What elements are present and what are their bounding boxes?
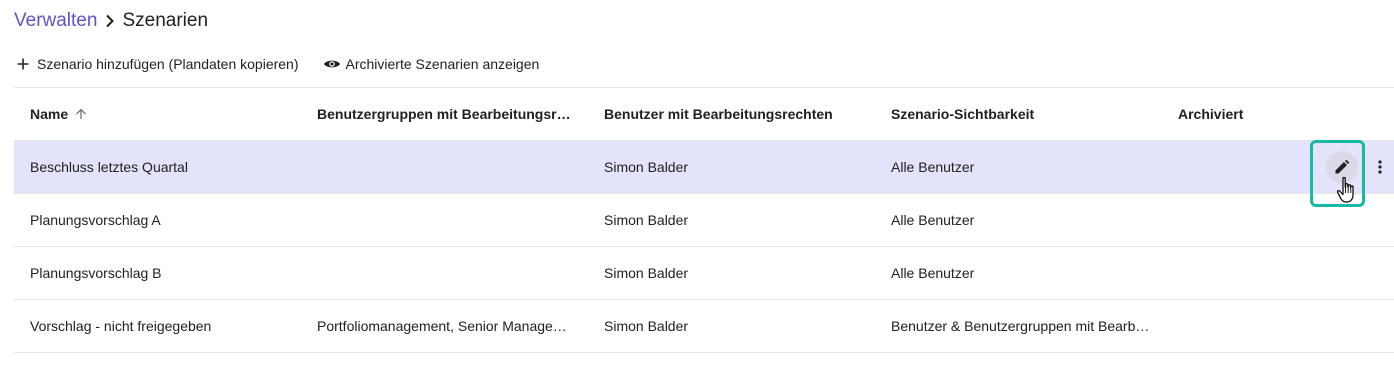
breadcrumb: Verwalten Szenarien [14,8,208,34]
cell-users: Simon Balder [604,318,689,334]
more-options-button[interactable] [1370,153,1390,181]
toolbar: Szenario hinzufügen (Plandaten kopieren)… [14,52,539,76]
chevron-right-icon [105,14,115,28]
cell-user-groups [317,141,572,193]
table-header-row: Name Benutzergruppen mit Bearbeitungsr… … [14,88,1394,141]
cell-archived [1178,141,1298,193]
row-actions [1314,141,1390,193]
scenario-table: Name Benutzergruppen mit Bearbeitungsr… … [14,87,1394,353]
table-row[interactable]: Planungsvorschlag B Simon Balder Alle Be… [14,247,1394,300]
cell-visibility: Alle Benutzer [891,159,975,175]
cell-users: Simon Balder [604,159,689,175]
table-row[interactable]: Beschluss letztes Quartal Simon Balder A… [14,141,1394,194]
table-row[interactable]: Planungsvorschlag A Simon Balder Alle Be… [14,194,1394,247]
cell-name: Vorschlag - nicht freigegeben [30,318,212,334]
breadcrumb-link-verwalten[interactable]: Verwalten [14,10,97,32]
page-title: Szenarien [122,10,209,31]
cell-visibility: Alle Benutzer [891,212,975,228]
cell-user-groups [317,194,572,246]
plus-icon [14,55,32,73]
cell-name: Beschluss letztes Quartal [30,159,188,175]
cell-user-groups: Portfoliomanagement, Senior Manage… [317,318,567,334]
cell-name: Planungsvorschlag B [30,265,162,281]
add-scenario-button[interactable]: Szenario hinzufügen (Plandaten kopieren) [14,55,299,73]
arrow-up-icon [75,108,87,120]
add-scenario-label: Szenario hinzufügen (Plandaten kopieren) [37,56,299,72]
more-vertical-icon [1378,160,1382,174]
pencil-icon [1335,160,1349,174]
eye-icon [323,55,341,73]
cell-archived [1178,247,1298,299]
column-header-name[interactable]: Name [30,88,300,140]
cell-visibility: Benutzer & Benutzergruppen mit Bearb… [891,318,1150,334]
column-header-archived[interactable]: Archiviert [1178,88,1298,140]
cell-users: Simon Balder [604,265,689,281]
show-archived-label: Archivierte Szenarien anzeigen [345,56,540,72]
column-header-user-groups[interactable]: Benutzergruppen mit Bearbeitungsr… [317,88,572,140]
cell-users: Simon Balder [604,212,689,228]
cell-archived [1178,194,1298,246]
show-archived-button[interactable]: Archivierte Szenarien anzeigen [323,55,540,73]
table-row[interactable]: Vorschlag - nicht freigegeben Portfoliom… [14,300,1394,353]
cell-archived [1178,300,1298,352]
cell-name: Planungsvorschlag A [30,212,161,228]
column-header-users[interactable]: Benutzer mit Bearbeitungsrechten [604,88,864,140]
cell-user-groups [317,247,572,299]
cell-visibility: Alle Benutzer [891,265,975,281]
column-header-visibility[interactable]: Szenario-Sichtbarkeit [891,88,1151,140]
edit-button[interactable] [1326,151,1358,183]
